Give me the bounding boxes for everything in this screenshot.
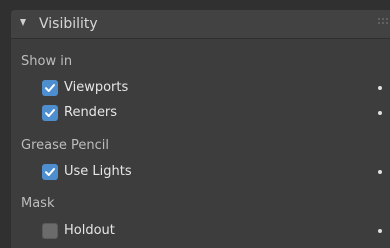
holdout-checkbox[interactable]	[42, 223, 58, 239]
checkbox-row-use-lights[interactable]: Use Lights	[42, 163, 382, 181]
drag-handle-icon[interactable]	[378, 18, 388, 28]
checkmark-icon	[45, 84, 55, 92]
checkmark-icon	[45, 168, 55, 176]
viewports-label: Viewports	[64, 80, 129, 95]
holdout-label: Holdout	[64, 223, 115, 238]
visibility-panel: Visibility Show in Viewports Renders Gre…	[11, 10, 390, 248]
animate-dot-icon[interactable]	[378, 170, 382, 174]
animate-dot-icon[interactable]	[378, 229, 382, 233]
panel-header[interactable]: Visibility	[11, 10, 390, 39]
collapse-triangle-icon[interactable]	[20, 19, 26, 26]
section-label-show-in: Show in	[21, 54, 73, 69]
checkmark-icon	[45, 109, 55, 117]
checkbox-row-viewports[interactable]: Viewports	[42, 79, 382, 97]
section-label-mask: Mask	[21, 196, 55, 211]
renders-label: Renders	[64, 105, 118, 120]
animate-dot-icon[interactable]	[378, 86, 382, 90]
section-label-grease-pencil: Grease Pencil	[21, 138, 109, 153]
use-lights-label: Use Lights	[64, 164, 132, 179]
panel-title: Visibility	[39, 16, 98, 32]
viewports-checkbox[interactable]	[42, 80, 58, 96]
use-lights-checkbox[interactable]	[42, 164, 58, 180]
checkbox-row-holdout[interactable]: Holdout	[42, 222, 382, 240]
animate-dot-icon[interactable]	[378, 111, 382, 115]
renders-checkbox[interactable]	[42, 105, 58, 121]
checkbox-row-renders[interactable]: Renders	[42, 104, 382, 122]
